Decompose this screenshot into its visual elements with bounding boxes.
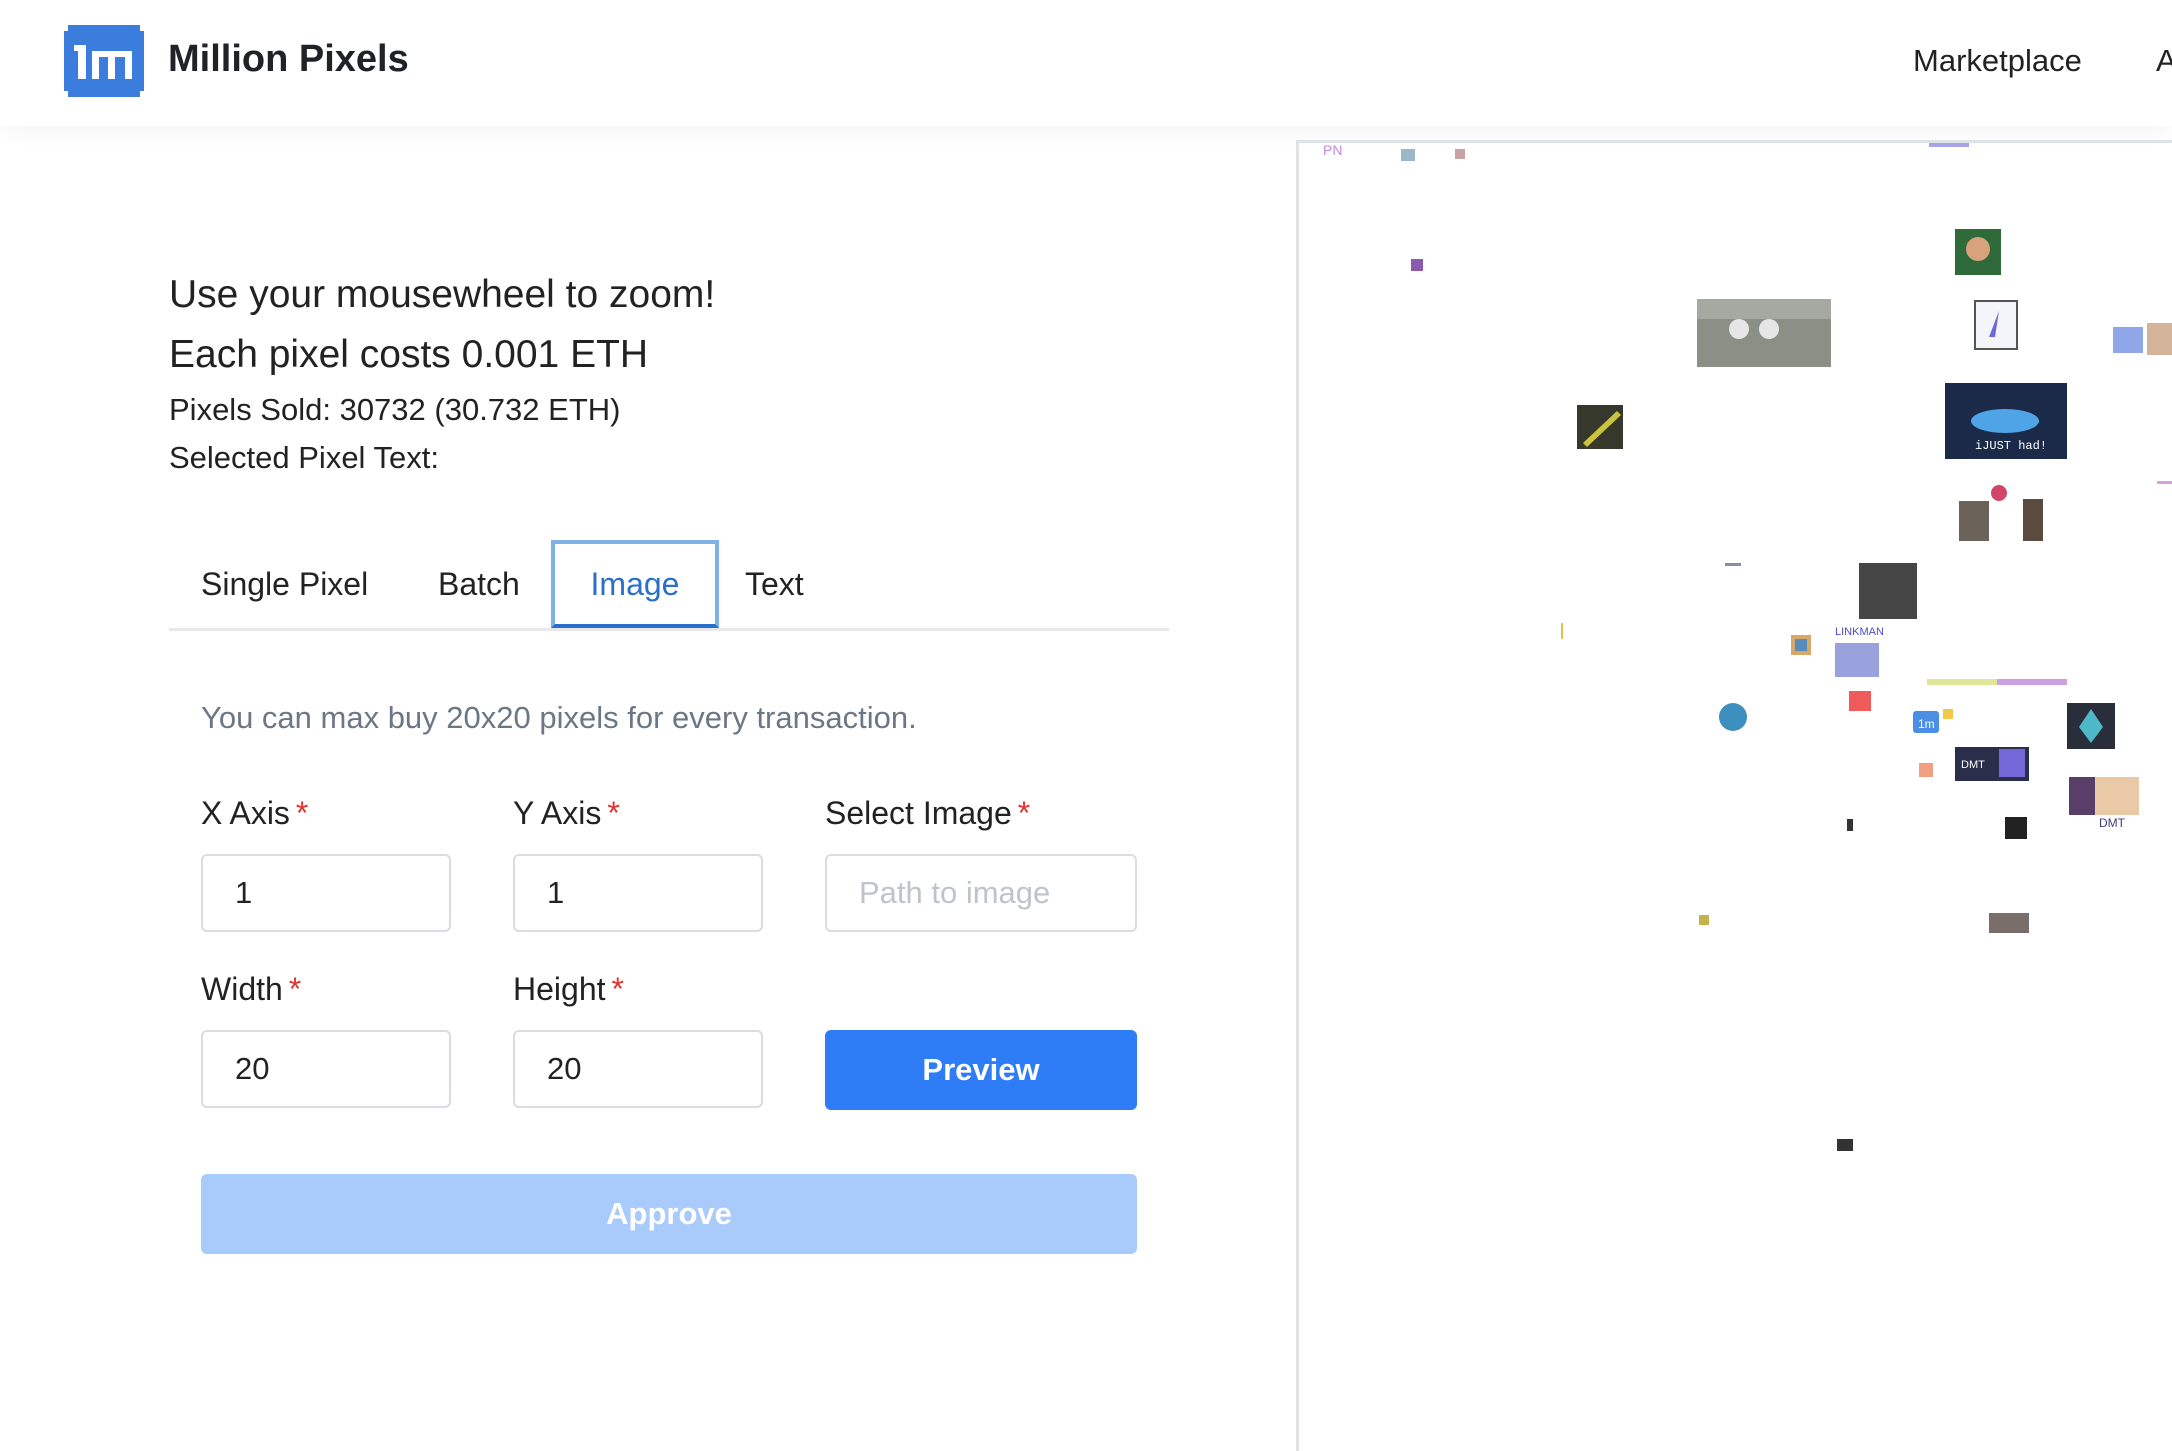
pixel-bar [1927, 679, 1997, 685]
pixel-block [1989, 913, 2029, 933]
pixel-block [1411, 259, 1423, 271]
pixel-label-pn: PN [1323, 143, 1342, 158]
required-mark: * [295, 795, 309, 831]
pixel-image-megaman [1835, 643, 1879, 677]
nav-item-truncated[interactable]: A [2156, 43, 2172, 79]
pixel-block [2147, 323, 2172, 355]
x-axis-label: X Axis * [201, 795, 309, 831]
pixel-label-linkman: LINKMAN [1835, 626, 1884, 638]
required-mark: * [611, 971, 624, 1007]
brand-name[interactable]: Million Pixels [168, 38, 409, 81]
required-mark: * [607, 795, 620, 831]
tab-image[interactable]: Image [551, 540, 719, 628]
pixel-block [1401, 149, 1415, 161]
pixel-planet [1719, 703, 1747, 731]
height-input[interactable]: 20 [513, 1030, 763, 1108]
pixel-block [1919, 763, 1933, 777]
required-mark: * [1017, 795, 1031, 831]
purchase-tabs: Single Pixel Batch Image Text [169, 540, 1169, 631]
pixel-canvas[interactable]: PN iJUST had! LINKMAN 1m DMT DMT [1296, 140, 2172, 1451]
tab-text[interactable]: Text [745, 540, 804, 628]
width-label: Width * [201, 971, 302, 1007]
pixel-block [1837, 1139, 1853, 1151]
pixel-label-dmt-2: DMT [2099, 816, 2126, 830]
approve-button[interactable]: Approve [201, 1174, 1137, 1254]
pixel-image-cat [2005, 817, 2027, 839]
pixel-label-1m: 1m [1918, 717, 1935, 731]
pixel-map[interactable]: PN iJUST had! LINKMAN 1m DMT DMT [1299, 143, 2172, 1451]
y-axis-input[interactable]: 1 [513, 854, 763, 932]
pixel-label-just-had: iJUST had! [1975, 439, 2047, 453]
tab-batch[interactable]: Batch [438, 540, 520, 628]
preview-button[interactable]: Preview [825, 1030, 1137, 1110]
pixel-block [1699, 915, 1709, 925]
pixel-block [2113, 327, 2143, 353]
top-bar: Million Pixels Marketplace A [0, 0, 2172, 126]
width-input[interactable]: 20 [201, 1030, 451, 1108]
select-image-label: Select Image * [825, 795, 1031, 831]
pixel-block [1849, 691, 1871, 711]
x-axis-input[interactable]: 1 [201, 854, 451, 932]
pixel-price: Each pixel costs 0.001 ETH [169, 333, 649, 376]
max-buy-hint: You can max buy 20x20 pixels for every t… [201, 700, 917, 735]
pixel-image-fighters [1959, 501, 1989, 541]
nav-marketplace[interactable]: Marketplace [1913, 43, 2082, 79]
million-pixels-logo[interactable] [64, 25, 144, 97]
pixel-label-dmt: DMT [1961, 759, 1985, 771]
tab-single-pixel[interactable]: Single Pixel [201, 540, 368, 628]
y-axis-label: Y Axis * [513, 795, 620, 831]
image-path-input[interactable]: Path to image [825, 854, 1137, 932]
pixels-sold: Pixels Sold: 30732 (30.732 ETH) [169, 392, 621, 427]
pixel-block-dark [1859, 563, 1917, 619]
selected-pixel-text: Selected Pixel Text: [169, 440, 439, 475]
pixel-block [1929, 143, 1969, 147]
required-mark: * [288, 971, 302, 1007]
pixel-block [1455, 149, 1465, 159]
zoom-hint: Use your mousewheel to zoom! [169, 273, 716, 316]
height-label: Height * [513, 971, 624, 1007]
